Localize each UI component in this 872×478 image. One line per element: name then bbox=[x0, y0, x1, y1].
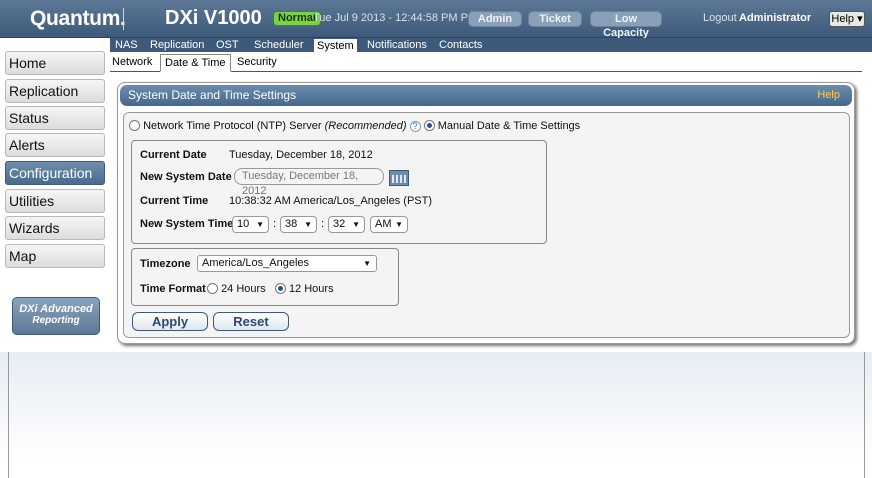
manual-settings-box: Current Date Tuesday, December 18, 2012 … bbox=[131, 140, 547, 244]
panel-title-bar: System Date and Time Settings Help bbox=[120, 85, 852, 106]
timezone-label: Timezone bbox=[140, 258, 191, 270]
tab-date-time[interactable]: Date & Time bbox=[160, 54, 231, 72]
time-format-label: Time Format bbox=[140, 283, 206, 295]
badge-title: DXi Advanced bbox=[19, 303, 93, 315]
system-datetime: Tue Jul 9 2013 - 12:44:58 PM PDT bbox=[313, 12, 483, 24]
content-background bbox=[0, 352, 872, 460]
user-name: Administrator bbox=[739, 12, 812, 24]
current-date-value: Tuesday, December 18, 2012 bbox=[229, 149, 373, 161]
timezone-value: America/Los_Angeles bbox=[202, 257, 310, 269]
manual-radio[interactable] bbox=[423, 120, 435, 131]
time-separator: : bbox=[273, 218, 277, 230]
low-capacity-button[interactable]: Low Capacity bbox=[590, 11, 662, 39]
panel-help-link[interactable]: Help bbox=[817, 89, 840, 101]
badge-subtitle: Reporting bbox=[32, 315, 80, 326]
tab-replication[interactable]: Replication bbox=[147, 38, 207, 52]
right-border bbox=[864, 352, 865, 478]
tab-network[interactable]: Network bbox=[112, 56, 152, 68]
second-select[interactable]: 32 ▼ bbox=[328, 216, 365, 233]
current-time-label: Current Time bbox=[140, 195, 209, 207]
admin-button[interactable]: Admin bbox=[468, 11, 522, 27]
time-separator: : bbox=[321, 218, 325, 230]
tab-security[interactable]: Security bbox=[237, 56, 277, 68]
sidebar-item-wizards[interactable]: Wizards bbox=[5, 216, 105, 240]
sidebar-item-configuration[interactable]: Configuration bbox=[5, 161, 105, 185]
top-header: Quantum. DXi V1000 Normal Tue Jul 9 2013… bbox=[0, 0, 872, 39]
new-time-label: New System Time bbox=[140, 218, 234, 230]
sub-tabs: Network Date & Time Security bbox=[110, 52, 862, 72]
time-format-options: 24 Hours 12 Hours bbox=[207, 283, 334, 295]
left-border bbox=[8, 352, 9, 478]
ampm-select[interactable]: AM ▼ bbox=[370, 216, 408, 233]
sidebar-item-status[interactable]: Status bbox=[5, 106, 105, 130]
manual-label: Manual Date & Time Settings bbox=[437, 120, 581, 132]
12-hours-radio[interactable] bbox=[274, 283, 286, 294]
date-time-panel: System Date and Time Settings Help Netwo… bbox=[117, 82, 855, 344]
reset-button[interactable]: Reset bbox=[213, 312, 289, 331]
current-time-value: 10:38:32 AM America/Los_Angeles (PST) bbox=[229, 195, 432, 207]
timezone-select[interactable]: America/Los_Angeles ▼ bbox=[197, 255, 377, 272]
hour-value: 10 bbox=[237, 218, 250, 230]
product-name: DXi V1000 bbox=[165, 7, 262, 29]
tab-contacts[interactable]: Contacts bbox=[436, 38, 485, 52]
24-hours-radio[interactable] bbox=[207, 283, 218, 294]
quantum-logo: Quantum. bbox=[30, 7, 126, 30]
second-value: 32 bbox=[333, 218, 346, 230]
tab-notifications[interactable]: Notifications bbox=[364, 38, 430, 52]
mode-selector: Network Time Protocol (NTP) Server (Reco… bbox=[129, 120, 580, 132]
sidebar-item-map[interactable]: Map bbox=[5, 244, 105, 268]
nav-tabs: NAS Replication OST Scheduler System Not… bbox=[110, 38, 872, 52]
chevron-down-icon: ▼ bbox=[304, 220, 312, 229]
sidebar-item-home[interactable]: Home bbox=[5, 51, 105, 75]
12-hours-label: 12 Hours bbox=[288, 283, 334, 295]
timezone-box: Timezone America/Los_Angeles ▼ Time Form… bbox=[131, 248, 399, 306]
tab-ost[interactable]: OST bbox=[213, 38, 242, 52]
panel-title: System Date and Time Settings bbox=[128, 88, 297, 102]
chevron-down-icon: ▼ bbox=[256, 220, 264, 229]
help-question-icon[interactable]: ? bbox=[409, 121, 421, 132]
apply-button[interactable]: Apply bbox=[132, 312, 208, 331]
ntp-radio[interactable] bbox=[129, 120, 140, 131]
chevron-down-icon: ▼ bbox=[363, 259, 371, 268]
sidebar-item-replication[interactable]: Replication bbox=[5, 79, 105, 103]
minute-value: 38 bbox=[285, 218, 298, 230]
minute-select[interactable]: 38 ▼ bbox=[280, 216, 317, 233]
new-date-field[interactable]: Tuesday, December 18, 2012 bbox=[234, 168, 384, 197]
ampm-value: AM bbox=[375, 218, 392, 230]
ntp-label: Network Time Protocol (NTP) Server bbox=[143, 120, 322, 132]
tab-system[interactable]: System bbox=[313, 38, 358, 52]
ticket-button[interactable]: Ticket bbox=[528, 11, 582, 27]
current-date-label: Current Date bbox=[140, 149, 207, 161]
sidebar-item-utilities[interactable]: Utilities bbox=[5, 189, 105, 213]
tab-scheduler[interactable]: Scheduler bbox=[251, 38, 307, 52]
ntp-recommended: (Recommended) bbox=[324, 120, 407, 132]
hour-select[interactable]: 10 ▼ bbox=[232, 216, 269, 233]
logo-separator bbox=[123, 8, 124, 30]
chevron-down-icon: ▼ bbox=[395, 220, 403, 229]
help-menu-button[interactable]: Help ▾ bbox=[829, 11, 865, 27]
sidebar-item-alerts[interactable]: Alerts bbox=[5, 133, 105, 157]
dxi-advanced-reporting-button[interactable]: DXi Advanced Reporting bbox=[12, 297, 100, 335]
chevron-down-icon: ▼ bbox=[352, 220, 360, 229]
calendar-icon[interactable] bbox=[389, 170, 409, 186]
settings-area: Network Time Protocol (NTP) Server (Reco… bbox=[123, 112, 850, 338]
tab-nas[interactable]: NAS bbox=[112, 38, 141, 52]
24-hours-label: 24 Hours bbox=[221, 283, 266, 295]
new-date-label: New System Date bbox=[140, 171, 232, 183]
logout-link[interactable]: Logout bbox=[703, 12, 737, 24]
